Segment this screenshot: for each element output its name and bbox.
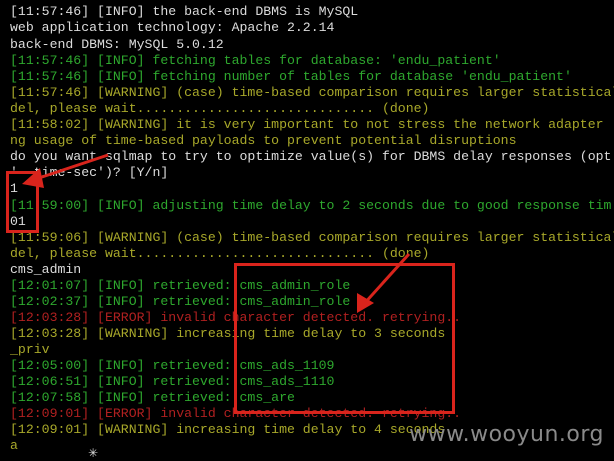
terminal-line: [11:58:02] [WARNING] it is very importan… xyxy=(10,117,604,132)
terminal-line: a xyxy=(10,438,18,453)
terminal-line: ng usage of time-based payloads to preve… xyxy=(10,133,517,148)
terminal-line: del, please wait........................… xyxy=(10,101,430,116)
terminal-line: del, please wait........................… xyxy=(10,246,430,261)
terminal-line: [11:57:46] [INFO] fetching tables for da… xyxy=(10,53,501,68)
terminal-line: [11:57:46] [INFO] the back-end DBMS is M… xyxy=(10,4,359,19)
terminal-line: _priv xyxy=(10,342,50,357)
terminal-line: do you want sqlmap to try to optimize va… xyxy=(10,149,612,164)
terminal-line: back-end DBMS: MySQL 5.0.12 xyxy=(10,37,224,52)
terminal-line: cms_admin xyxy=(10,262,82,277)
terminal-window[interactable]: [11:57:46] [INFO] the back-end DBMS is M… xyxy=(0,0,614,461)
terminal-line: [12:09:01] [WARNING] increasing time del… xyxy=(10,422,446,437)
annotation-box-right xyxy=(234,263,455,414)
terminal-line: [11:57:46] [WARNING] (case) time-based c… xyxy=(10,85,614,100)
terminal-line: [11:59:00] [INFO] adjusting time delay t… xyxy=(10,198,612,213)
watermark: www.wooyun.org xyxy=(409,422,604,447)
terminal-line: [11:59:06] [WARNING] (case) time-based c… xyxy=(10,230,614,245)
annotation-box-left xyxy=(6,171,39,233)
terminal-line: [11:57:46] [INFO] fetching number of tab… xyxy=(10,69,572,84)
terminal-line: web application technology: Apache 2.2.1… xyxy=(10,20,335,35)
mouse-cursor-icon: ✳ xyxy=(88,446,99,460)
